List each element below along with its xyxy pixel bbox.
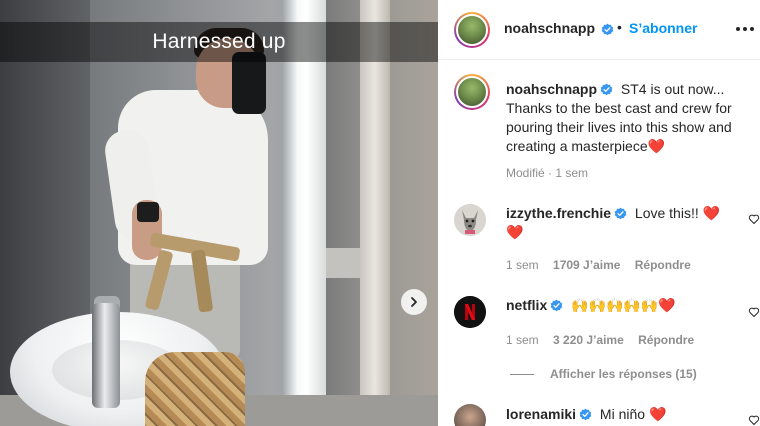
verified-badge-icon bbox=[614, 207, 627, 220]
show-replies-label: Afficher les réponses (15) bbox=[550, 367, 697, 381]
follow-button[interactable]: S’abonner bbox=[629, 20, 697, 36]
comment-body: lorenamiki Mi niño ❤️ bbox=[506, 405, 751, 424]
comment-text: 🙌🙌🙌🙌🙌❤️ bbox=[571, 297, 676, 313]
avatar-image bbox=[454, 404, 486, 426]
photo-door-frame bbox=[360, 0, 390, 426]
comment-time[interactable]: 1 sem bbox=[506, 333, 539, 347]
meta-separator: · bbox=[544, 166, 556, 180]
comment-likes[interactable]: 1709 J’aime bbox=[553, 258, 620, 272]
caption-meta: Modifié · 1 sem bbox=[506, 166, 588, 180]
comment-meta: 1 sem 3 220 J’aime Répondre bbox=[506, 333, 694, 347]
edited-label: Modifié bbox=[506, 166, 545, 180]
comment-text: Mi niño ❤️ bbox=[599, 406, 667, 422]
author-username[interactable]: noahschnapp bbox=[504, 20, 595, 36]
post-photo[interactable]: Harnessed up bbox=[0, 0, 438, 426]
comment-avatar[interactable] bbox=[454, 404, 486, 426]
avatar-image bbox=[456, 14, 488, 46]
reply-button[interactable]: Répondre bbox=[638, 333, 694, 347]
more-dot-icon bbox=[750, 27, 754, 31]
chevron-right-icon bbox=[411, 297, 417, 307]
like-comment-icon[interactable] bbox=[748, 414, 760, 426]
caption-author-avatar[interactable] bbox=[454, 74, 490, 110]
like-comment-icon[interactable] bbox=[748, 306, 760, 318]
verified-badge-icon bbox=[600, 83, 613, 96]
replies-divider bbox=[510, 373, 534, 375]
post-caption: noahschnapp ST4 is out now... Thanks to … bbox=[506, 80, 756, 156]
photo-watch bbox=[137, 202, 159, 222]
more-options-button[interactable] bbox=[736, 22, 756, 36]
dog-avatar-icon bbox=[454, 204, 486, 236]
comment-username[interactable]: izzythe.frenchie bbox=[506, 205, 611, 221]
caption-author-username[interactable]: noahschnapp bbox=[506, 81, 597, 97]
caption-time[interactable]: 1 sem bbox=[555, 166, 588, 180]
comment-text-wrap: ❤️ bbox=[506, 224, 524, 240]
show-replies-button[interactable]: Afficher les réponses (15) bbox=[510, 367, 697, 381]
comment-body: izzythe.frenchie Love this!! ❤️ bbox=[506, 204, 751, 223]
verified-badge-icon bbox=[601, 23, 614, 36]
heart-emoji: ❤️ bbox=[647, 138, 666, 154]
photo-faucet bbox=[92, 303, 120, 408]
comment-text: Love this!! ❤️ bbox=[634, 205, 721, 221]
photo-caption-overlay: Harnessed up bbox=[0, 22, 438, 62]
netflix-logo-icon bbox=[454, 296, 486, 328]
comment-username[interactable]: lorenamiki bbox=[506, 406, 576, 422]
comment-username[interactable]: netflix bbox=[506, 297, 547, 313]
more-dot-icon bbox=[743, 27, 747, 31]
more-dot-icon bbox=[736, 27, 740, 31]
next-photo-button[interactable] bbox=[401, 289, 427, 315]
verified-badge-icon bbox=[579, 408, 592, 421]
photo-shelf bbox=[320, 248, 360, 278]
comment-time[interactable]: 1 sem bbox=[506, 258, 539, 272]
avatar-image bbox=[456, 76, 488, 108]
comment-avatar[interactable] bbox=[454, 204, 486, 236]
like-comment-icon[interactable] bbox=[748, 213, 760, 225]
comment-meta: 1 sem 1709 J’aime Répondre bbox=[506, 258, 691, 272]
reply-button[interactable]: Répondre bbox=[635, 258, 691, 272]
header-separator: • bbox=[617, 19, 622, 35]
verified-badge-icon bbox=[550, 299, 563, 312]
photo-cloth bbox=[145, 352, 245, 426]
post-header: noahschnapp • S’abonner bbox=[438, 0, 760, 60]
photo-caption-text: Harnessed up bbox=[152, 30, 286, 53]
photo-light-strip bbox=[282, 0, 326, 426]
author-avatar[interactable] bbox=[454, 12, 490, 48]
comment-avatar[interactable] bbox=[454, 296, 486, 328]
comment-body: netflix 🙌🙌🙌🙌🙌❤️ bbox=[506, 296, 751, 315]
comment-likes[interactable]: 3 220 J’aime bbox=[553, 333, 624, 347]
post-sidebar: noahschnapp • S’abonner noahschnapp ST4 … bbox=[438, 0, 760, 426]
